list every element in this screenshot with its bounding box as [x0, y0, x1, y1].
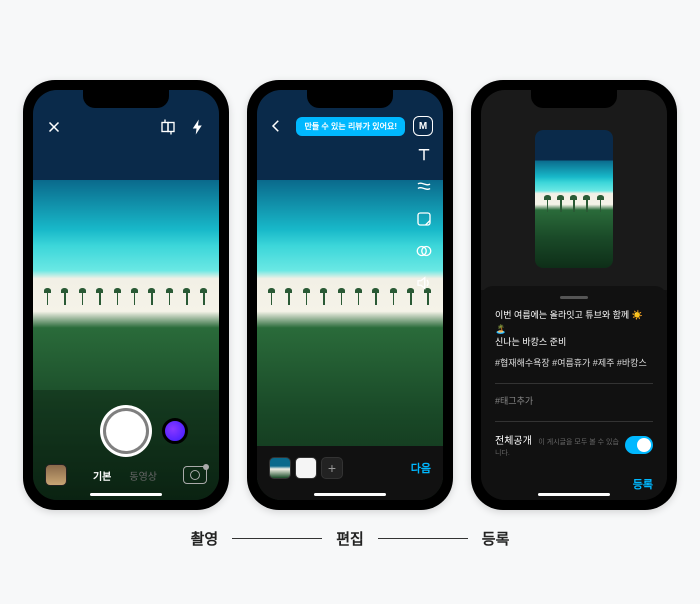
camera-bottombar: 기본 동영상: [33, 390, 219, 500]
gallery-thumbnail[interactable]: [45, 464, 67, 486]
phone-edit: 만들 수 있는 리뷰가 있어요! M: [247, 80, 453, 510]
tab-photo[interactable]: 기본: [93, 468, 111, 483]
palm-trees: [257, 291, 443, 305]
step-connector: [232, 538, 322, 539]
visibility-toggle[interactable]: [625, 436, 653, 454]
text-icon[interactable]: [415, 146, 433, 164]
notch: [83, 90, 169, 108]
notch: [531, 90, 617, 108]
next-button[interactable]: 다음: [411, 460, 431, 476]
review-tooltip: 만들 수 있는 리뷰가 있어요!: [296, 117, 405, 136]
aspect-ratio-icon[interactable]: [159, 118, 177, 136]
screen-publish: 이번 여름에는 올라잇고 튜브와 함께 ☀️🏝️ 신나는 바캉스 준비 #협재해…: [481, 90, 667, 500]
add-clip-button[interactable]: +: [321, 457, 343, 479]
publish-preview-thumbnail[interactable]: [535, 130, 613, 268]
palm-trees: [535, 198, 613, 212]
submit-button[interactable]: 등록: [633, 476, 653, 492]
publish-preview-area: [481, 90, 667, 290]
effects-icon[interactable]: [415, 178, 433, 196]
caption-line: 이번 여름에는 올라잇고 튜브와 함께 ☀️🏝️: [495, 310, 643, 334]
caption-input[interactable]: 이번 여름에는 올라잇고 튜브와 함께 ☀️🏝️ 신나는 바캉스 준비: [495, 309, 653, 350]
screen-shoot: 기본 동영상: [33, 90, 219, 500]
step-connector: [378, 538, 468, 539]
filter-icon[interactable]: [415, 242, 433, 260]
camera-topbar: [33, 112, 219, 142]
hashtags-text[interactable]: #협재해수욕장 #여름휴가 #제주 #바캉스: [495, 356, 653, 369]
caption-line: 신나는 바캉스 준비: [495, 337, 566, 347]
badge-m-button[interactable]: M: [413, 116, 433, 136]
screen-edit: 만들 수 있는 리뷰가 있어요! M: [257, 90, 443, 500]
sound-icon[interactable]: [415, 274, 433, 292]
divider: [495, 421, 653, 422]
home-indicator: [90, 493, 162, 496]
palm-trees: [33, 291, 219, 305]
step-shoot-label: 촬영: [191, 528, 219, 549]
visibility-row: 전체공개 이 게시글을 모두 볼 수 있습니다.: [495, 432, 653, 458]
tab-video[interactable]: 동영상: [129, 468, 157, 483]
notch: [307, 90, 393, 108]
submit-row: 등록: [495, 476, 653, 492]
home-indicator: [314, 493, 386, 496]
divider: [495, 383, 653, 384]
flash-icon[interactable]: [189, 118, 207, 136]
effect-mode-button[interactable]: [162, 418, 188, 444]
edit-topbar: 만들 수 있는 리뷰가 있어요! M: [257, 112, 443, 140]
clip-thumbnail[interactable]: [295, 457, 317, 479]
home-indicator: [538, 493, 610, 496]
close-icon[interactable]: [45, 118, 63, 136]
shutter-row: [33, 408, 219, 454]
shutter-button[interactable]: [103, 408, 149, 454]
clip-thumbnail[interactable]: [269, 457, 291, 479]
clip-strip: +: [269, 457, 343, 479]
camera-footer: 기본 동영상: [33, 464, 219, 486]
visibility-label: 전체공개: [495, 436, 532, 447]
step-edit-label: 편집: [336, 528, 364, 549]
phone-shoot: 기본 동영상: [23, 80, 229, 510]
sheet-grip[interactable]: [560, 296, 588, 299]
edit-bottombar: + 다음: [257, 446, 443, 500]
capture-tabs: 기본 동영상: [93, 468, 157, 483]
publish-sheet: 이번 여름에는 올라잇고 튜브와 함께 ☀️🏝️ 신나는 바캉스 준비 #협재해…: [481, 286, 667, 500]
sticker-icon[interactable]: [415, 210, 433, 228]
back-icon[interactable]: [267, 117, 285, 135]
step-labels: 촬영 편집 등록: [191, 528, 510, 549]
phone-publish: 이번 여름에는 올라잇고 튜브와 함께 ☀️🏝️ 신나는 바캉스 준비 #협재해…: [471, 80, 677, 510]
step-publish-label: 등록: [482, 528, 510, 549]
add-tag-button[interactable]: #태그추가: [495, 394, 653, 407]
edit-tool-rail: [415, 146, 433, 292]
phone-row: 기본 동영상 만들 수 있는 리뷰가 있어요: [23, 80, 677, 510]
camera-switch-icon[interactable]: [183, 466, 207, 484]
